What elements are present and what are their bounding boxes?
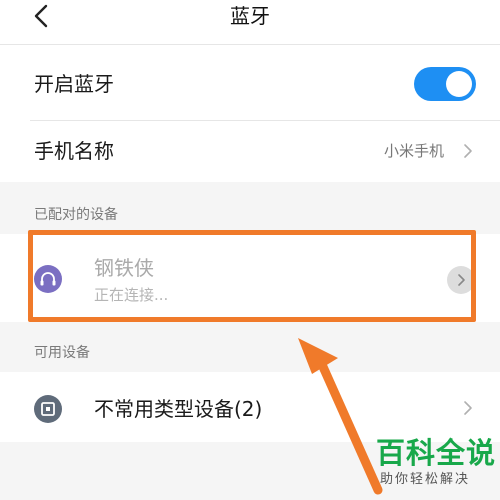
available-device-name: 不常用类型设备(2) [94,397,263,421]
paired-device-row[interactable] [0,234,500,322]
toggle-knob [446,71,472,97]
paired-device-name: 钢铁侠 [94,256,154,280]
paired-devices-header: 已配对的设备 [34,207,118,223]
chevron-right-icon [462,143,474,159]
watermark-logo: 百科全说 [376,436,497,470]
page-title: 蓝牙 [230,4,270,28]
bluetooth-toggle-label: 开启蓝牙 [34,72,114,96]
header-divider [0,44,500,45]
phone-name-value[interactable]: 小米手机 [384,140,444,162]
watermark-slogan: 助你轻松解决 [380,472,471,487]
device-icon [34,395,62,423]
chevron-right-icon [462,400,474,416]
available-devices-header: 可用设备 [34,345,90,361]
headset-icon [34,265,62,293]
bluetooth-toggle[interactable] [414,67,476,101]
device-details-button[interactable] [447,266,475,294]
annotation-arrow [298,338,383,495]
phone-name-label: 手机名称 [34,139,114,163]
row-divider [30,120,500,121]
chevron-right-icon [458,274,465,286]
paired-device-status: 正在连接... [94,286,169,304]
top-bar: 蓝牙 [0,0,500,44]
